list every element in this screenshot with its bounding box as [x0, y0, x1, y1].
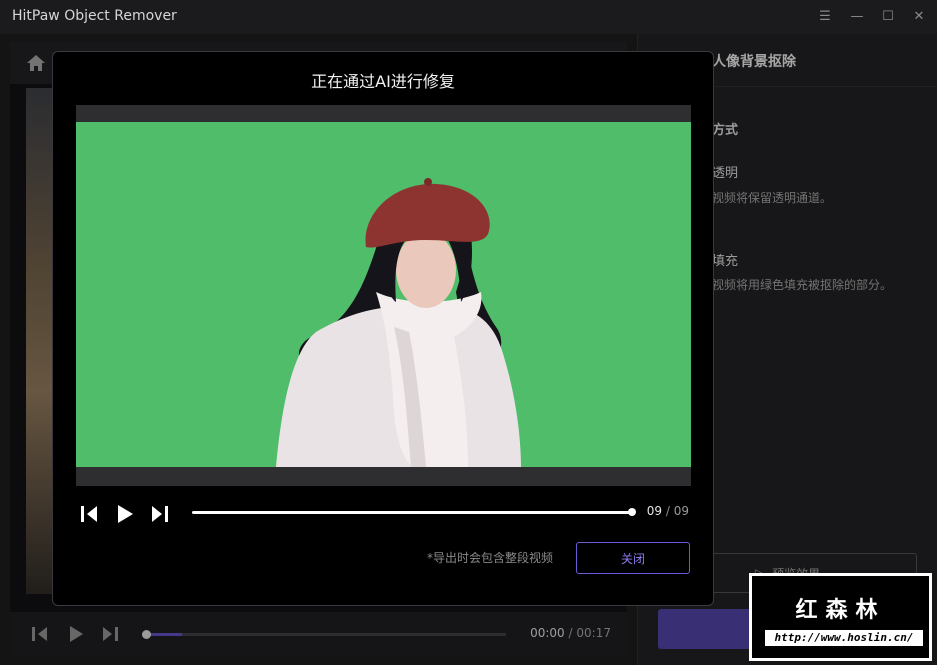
menu-icon[interactable]: ☰ — [816, 8, 834, 26]
modal-time-total: 09 — [673, 504, 689, 518]
modal-video-player — [76, 105, 691, 486]
close-icon[interactable]: ✕ — [910, 8, 928, 26]
watermark-url: http://www.hoslin.cn/ — [765, 630, 923, 646]
maximize-icon[interactable]: ☐ — [879, 8, 897, 26]
green-screen-frame — [76, 122, 691, 467]
modal-progress-track[interactable] — [192, 508, 636, 516]
title-bar: HitPaw Object Remover ☰ — ☐ ✕ — [0, 0, 937, 34]
modal-next-frame-icon[interactable] — [149, 504, 171, 524]
close-button[interactable]: 关闭 — [576, 542, 690, 574]
modal-time-separator: / — [665, 504, 670, 518]
close-button-label: 关闭 — [620, 551, 645, 566]
app-title: HitPaw Object Remover — [12, 8, 177, 24]
modal-time-display: 09 / 09 — [647, 504, 689, 518]
modal-title: 正在通过AI进行修复 — [311, 72, 455, 91]
minimize-icon[interactable]: — — [848, 8, 866, 26]
export-note: *导出时会包含整段视频 — [427, 551, 554, 565]
repair-modal: 正在通过AI进行修复 09 / 09 *导出时会包含整段视频 关闭 — [52, 51, 714, 606]
modal-progress-handle[interactable] — [628, 508, 636, 516]
watermark-logo: 红森林 http://www.hoslin.cn/ — [749, 573, 932, 661]
subject-image — [76, 122, 691, 467]
modal-previous-frame-icon[interactable] — [79, 504, 101, 524]
watermark-title: 红森林 — [795, 598, 886, 623]
modal-play-icon[interactable] — [114, 504, 136, 524]
modal-time-current: 09 — [646, 504, 663, 518]
